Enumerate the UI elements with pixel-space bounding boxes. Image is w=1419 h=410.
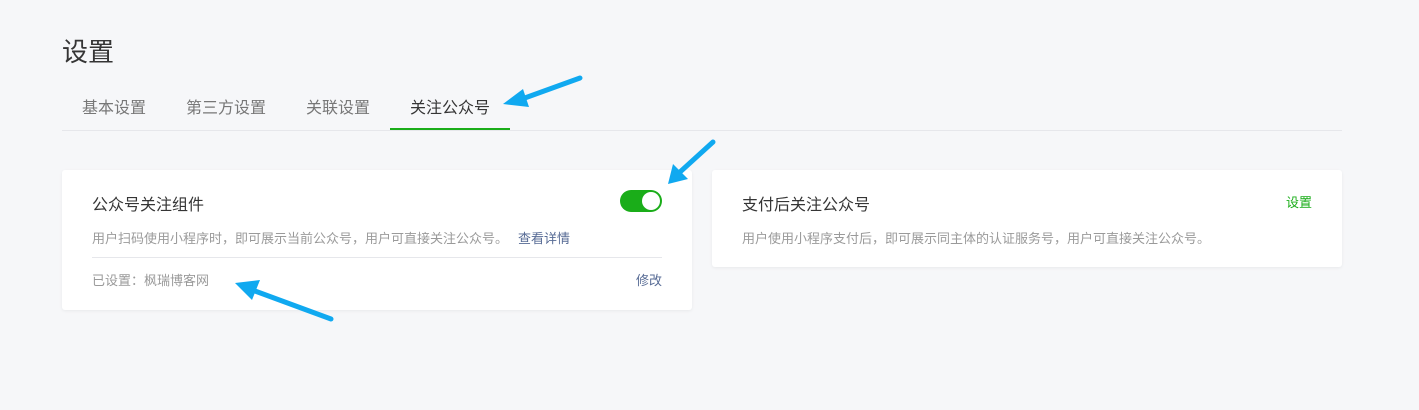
- follow-widget-card: 公众号关注组件 用户扫码使用小程序时，即可展示当前公众号，用户可直接关注公众号。…: [62, 170, 692, 310]
- tab-follow-official-account[interactable]: 关注公众号: [390, 90, 511, 130]
- view-details-link[interactable]: 查看详情: [518, 232, 570, 247]
- after-payment-card: 支付后关注公众号 设置 用户使用小程序支付后，即可展示同主体的认证服务号，用户可…: [712, 170, 1342, 267]
- follow-widget-description-text: 用户扫码使用小程序时，即可展示当前公众号，用户可直接关注公众号。: [92, 232, 509, 247]
- follow-widget-title: 公众号关注组件: [92, 195, 205, 214]
- page-title: 设置: [62, 38, 115, 68]
- follow-widget-toggle[interactable]: [620, 190, 662, 212]
- tab-basic-settings[interactable]: 基本设置: [62, 90, 166, 130]
- after-payment-set-link[interactable]: 设置: [1286, 192, 1312, 211]
- configured-account-text: 已设置：枫瑞博客网: [92, 274, 210, 289]
- after-payment-description: 用户使用小程序支付后，即可展示同主体的认证服务号，用户可直接关注公众号。: [742, 232, 1211, 247]
- tab-bar: 基本设置 第三方设置 关联设置 关注公众号: [62, 90, 1342, 131]
- card-divider: [92, 257, 662, 258]
- after-payment-title: 支付后关注公众号: [742, 195, 871, 214]
- tab-third-party-settings[interactable]: 第三方设置: [166, 90, 286, 130]
- tab-linked-settings[interactable]: 关联设置: [286, 90, 390, 130]
- follow-widget-description: 用户扫码使用小程序时，即可展示当前公众号，用户可直接关注公众号。 查看详情: [92, 228, 570, 247]
- modify-link[interactable]: 修改: [636, 270, 662, 289]
- toggle-knob: [642, 192, 660, 210]
